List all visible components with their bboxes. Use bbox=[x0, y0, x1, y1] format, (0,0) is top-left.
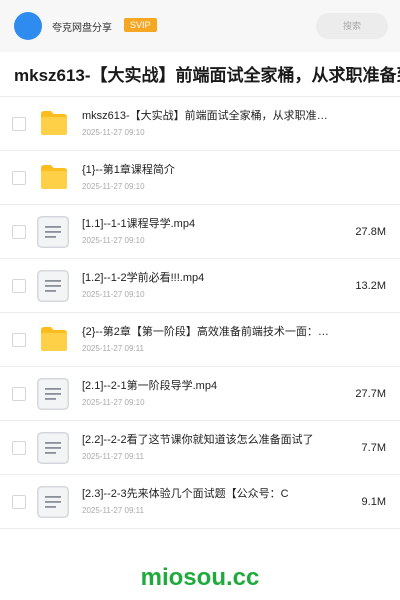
folder-row[interactable]: mksz613-【大实战】前端面试全家桶，从求职准备到面试 2025-11-27… bbox=[0, 97, 400, 151]
file-size: 13.2M bbox=[355, 280, 386, 292]
page-title: mksz613-【大实战】前端面试全家桶，从求职准备到面试 bbox=[14, 66, 400, 85]
document-icon bbox=[37, 486, 69, 518]
row-checkbox[interactable] bbox=[12, 387, 26, 401]
file-name: {2}--第2章【第一阶段】高效准备前端技术一面：匹配技术栈 bbox=[82, 326, 330, 338]
document-icon bbox=[37, 216, 69, 248]
header: 夸克网盘分享 SVIP bbox=[0, 0, 400, 52]
file-time: 2025-11-27 09:11 bbox=[82, 506, 144, 515]
document-icon bbox=[37, 432, 69, 464]
file-row[interactable]: [1.1]--1-1课程导学.mp4 2025-11-27 09:10 27.8… bbox=[0, 205, 400, 259]
share-name: 夸克网盘分享 bbox=[52, 23, 112, 34]
file-size: 7.7M bbox=[361, 442, 386, 454]
row-checkbox[interactable] bbox=[12, 333, 26, 347]
folder-row[interactable]: {1}--第1章课程简介 2025-11-27 09:10 bbox=[0, 151, 400, 205]
file-time: 2025-11-27 09:10 bbox=[82, 128, 145, 137]
row-checkbox[interactable] bbox=[12, 495, 26, 509]
file-name: {1}--第1章课程简介 bbox=[82, 164, 175, 176]
footer-logo: miosou.cc bbox=[140, 564, 260, 591]
folder-icon bbox=[41, 111, 67, 135]
file-name: [2.1]--2-1第一阶段导学.mp4 bbox=[82, 380, 218, 392]
file-time: 2025-11-27 09:11 bbox=[82, 452, 144, 461]
row-checkbox[interactable] bbox=[12, 279, 26, 293]
file-row[interactable]: [2.1]--2-1第一阶段导学.mp4 2025-11-27 09:10 27… bbox=[0, 367, 400, 421]
file-name: [1.2]--1-2学前必看!!!.mp4 bbox=[82, 272, 205, 284]
file-row[interactable]: [2.2]--2-2看了这节课你就知道该怎么准备面试了 2025-11-27 0… bbox=[0, 421, 400, 475]
folder-icon bbox=[41, 327, 67, 351]
folder-row[interactable]: {2}--第2章【第一阶段】高效准备前端技术一面：匹配技术栈 2025-11-2… bbox=[0, 313, 400, 367]
row-checkbox[interactable] bbox=[12, 225, 26, 239]
file-name: [1.1]--1-1课程导学.mp4 bbox=[82, 218, 196, 230]
row-checkbox[interactable] bbox=[12, 171, 26, 185]
document-icon bbox=[37, 378, 69, 410]
search-input[interactable] bbox=[316, 13, 388, 39]
file-time: 2025-11-27 09:10 bbox=[82, 290, 145, 299]
file-time: 2025-11-27 09:10 bbox=[82, 236, 145, 245]
folder-icon bbox=[41, 165, 67, 189]
file-time: 2025-11-27 09:10 bbox=[82, 398, 145, 407]
file-time: 2025-11-27 09:10 bbox=[82, 182, 145, 191]
file-name: [2.2]--2-2看了这节课你就知道该怎么准备面试了 bbox=[82, 434, 314, 446]
document-icon bbox=[37, 270, 69, 302]
file-time: 2025-11-27 09:11 bbox=[82, 344, 144, 353]
file-size: 27.7M bbox=[355, 388, 386, 400]
file-size: 9.1M bbox=[361, 496, 386, 508]
file-size: 27.8M bbox=[355, 226, 386, 238]
file-name: [2.3]--2-3先来体验几个面试题【公众号：C bbox=[82, 488, 289, 500]
avatar[interactable] bbox=[14, 12, 42, 40]
row-checkbox[interactable] bbox=[12, 441, 26, 455]
file-row[interactable]: [2.3]--2-3先来体验几个面试题【公众号：C 2025-11-27 09:… bbox=[0, 475, 400, 529]
file-name: mksz613-【大实战】前端面试全家桶，从求职准备到面试 bbox=[82, 110, 330, 122]
row-checkbox[interactable] bbox=[12, 117, 26, 131]
file-list: mksz613-【大实战】前端面试全家桶，从求职准备到面试 2025-11-27… bbox=[0, 96, 400, 529]
file-row[interactable]: [1.2]--1-2学前必看!!!.mp4 2025-11-27 09:10 1… bbox=[0, 259, 400, 313]
svip-badge: SVIP bbox=[124, 18, 157, 32]
